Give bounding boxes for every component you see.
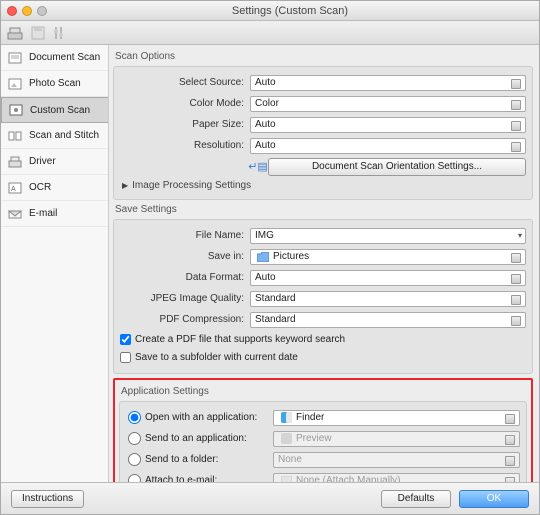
settings-tab-icon[interactable] [53,26,65,40]
send-to-app-radio[interactable] [128,432,141,445]
sidebar: Document Scan Photo Scan Custom Scan Sca… [1,45,109,482]
create-pdf-keyword-label: Create a PDF file that supports keyword … [135,334,345,345]
custom-icon [8,103,24,117]
save-subfolder-checkbox[interactable] [120,352,131,363]
attach-email-label: Attach to e-mail: [145,475,273,482]
paper-size-label: Paper Size: [120,119,250,130]
sidebar-item-label: Photo Scan [29,78,81,89]
toolbar [1,21,539,45]
section-title: Save Settings [115,204,533,215]
paper-size-dropdown[interactable]: Auto▴▾ [250,117,526,133]
data-format-dropdown[interactable]: Auto▴▾ [250,270,526,286]
select-source-dropdown[interactable]: Auto▴▾ [250,75,526,91]
section-title: Application Settings [121,386,527,397]
file-name-input[interactable]: IMG [250,228,526,244]
triangle-right-icon: ▶ [122,181,128,190]
content-pane: Scan Options Select Source: Auto▴▾ Color… [109,45,539,482]
email-icon [7,207,23,221]
attach-email-radio[interactable] [128,474,141,482]
sidebar-item-document-scan[interactable]: Document Scan [1,45,108,71]
svg-text:A: A [11,186,16,193]
close-icon[interactable] [7,6,17,16]
preview-icon [278,431,294,447]
sidebar-item-scan-stitch[interactable]: Scan and Stitch [1,123,108,149]
titlebar: Settings (Custom Scan) [1,1,539,21]
sidebar-item-label: E-mail [29,208,57,219]
file-name-label: File Name: [120,230,250,241]
save-tab-icon[interactable] [31,26,45,40]
jpeg-quality-dropdown[interactable]: Standard▴▾ [250,291,526,307]
resolution-dropdown[interactable]: Auto▴▾ [250,138,526,154]
finder-icon [278,410,294,426]
send-to-app-label: Send to an application: [145,433,273,444]
sidebar-item-label: Driver [29,156,56,167]
pdf-compression-dropdown[interactable]: Standard▴▾ [250,312,526,328]
orientation-icon: ↵▤ [250,159,266,175]
open-with-app-label: Open with an application: [145,412,273,423]
jpeg-quality-label: JPEG Image Quality: [120,293,250,304]
sidebar-item-email[interactable]: E-mail [1,201,108,227]
ocr-icon: A [7,181,23,195]
select-source-label: Select Source: [120,77,250,88]
image-processing-expander[interactable]: ▶ Image Processing Settings [122,180,526,191]
settings-window: Settings (Custom Scan) Document Scan Pho… [0,0,540,515]
pdf-compression-label: PDF Compression: [120,314,250,325]
document-icon [7,51,23,65]
scanner-tab-icon[interactable] [7,26,23,40]
instructions-button[interactable]: Instructions [11,490,84,508]
save-subfolder-label: Save to a subfolder with current date [135,352,298,363]
application-settings-highlight: Application Settings Open with an applic… [113,378,533,482]
window-title: Settings (Custom Scan) [47,5,533,17]
send-to-folder-dropdown[interactable]: None▴▾ [273,452,520,468]
stitch-icon [7,129,23,143]
section-title: Scan Options [115,51,533,62]
sidebar-item-label: Scan and Stitch [29,130,99,141]
scan-options-section: Scan Options Select Source: Auto▴▾ Color… [113,51,533,200]
save-in-dropdown[interactable]: Pictures▴▾ [250,249,526,265]
sidebar-item-label: OCR [29,182,51,193]
defaults-button[interactable]: Defaults [381,490,451,508]
driver-icon [7,155,23,169]
send-to-folder-label: Send to a folder: [145,454,273,465]
mail-icon [278,473,294,483]
sidebar-item-label: Custom Scan [30,105,90,116]
orientation-settings-button[interactable]: Document Scan Orientation Settings... [268,158,526,176]
photo-icon [7,77,23,91]
bottom-bar: Instructions Defaults OK [1,482,539,514]
open-with-app-dropdown[interactable]: Finder▴▾ [273,410,520,426]
sidebar-item-photo-scan[interactable]: Photo Scan [1,71,108,97]
sidebar-item-label: Document Scan [29,52,100,63]
sidebar-item-driver[interactable]: Driver [1,149,108,175]
folder-icon [255,249,271,265]
open-with-app-radio[interactable] [128,411,141,424]
ok-button[interactable]: OK [459,490,529,508]
color-mode-label: Color Mode: [120,98,250,109]
image-processing-label: Image Processing Settings [132,180,251,191]
save-in-label: Save in: [120,251,250,262]
sidebar-item-custom-scan[interactable]: Custom Scan [1,97,108,123]
attach-email-dropdown[interactable]: None (Attach Manually)▴▾ [273,473,520,483]
send-to-folder-radio[interactable] [128,453,141,466]
save-settings-section: Save Settings File Name: IMG Save in: Pi… [113,204,533,374]
send-to-app-dropdown[interactable]: Preview▴▾ [273,431,520,447]
sidebar-item-ocr[interactable]: A OCR [1,175,108,201]
zoom-icon [37,6,47,16]
window-controls [7,6,47,16]
data-format-label: Data Format: [120,272,250,283]
minimize-icon[interactable] [22,6,32,16]
color-mode-dropdown[interactable]: Color▴▾ [250,96,526,112]
create-pdf-keyword-checkbox[interactable] [120,334,131,345]
resolution-label: Resolution: [120,140,250,151]
